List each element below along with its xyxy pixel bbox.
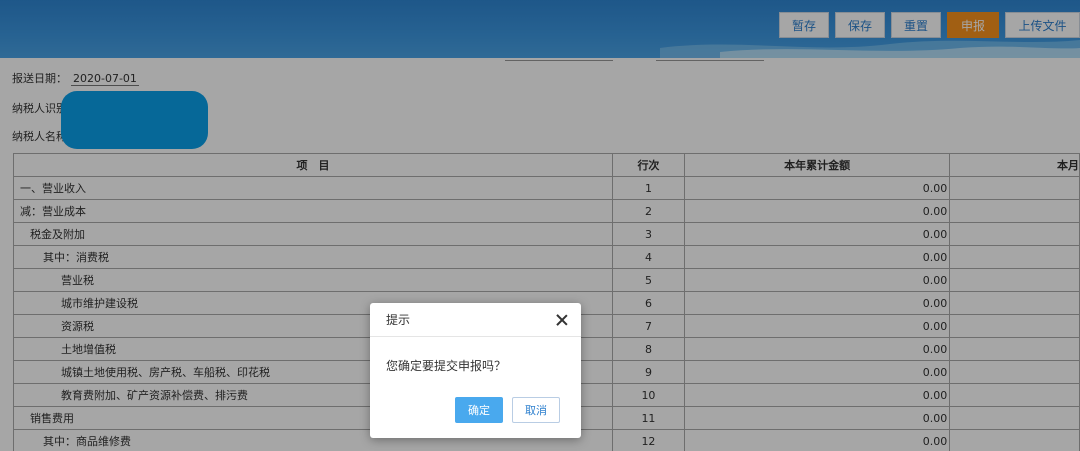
dialog-title: 提示 (386, 313, 411, 327)
close-icon[interactable] (555, 313, 569, 327)
dialog-footer: 确定 取消 (455, 397, 560, 423)
dialog-header: 提示 (370, 303, 581, 337)
cancel-button[interactable]: 取消 (512, 397, 560, 423)
confirm-dialog: 提示 您确定要提交申报吗？ 确定 取消 (370, 303, 581, 438)
confirm-button[interactable]: 确定 (455, 397, 503, 423)
dialog-message: 您确定要提交申报吗？ (386, 359, 507, 373)
